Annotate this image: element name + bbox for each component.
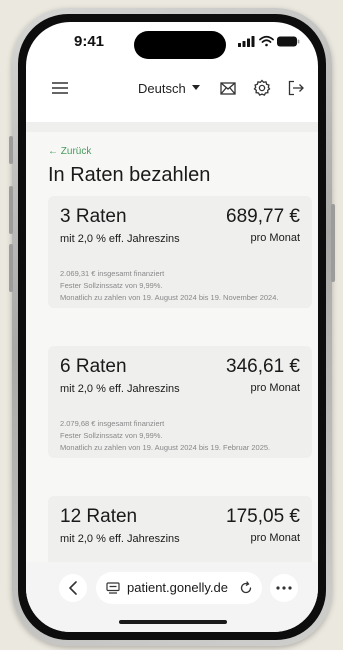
gear-icon[interactable] [252, 78, 272, 98]
plan-monthly-amount: 689,77 € [226, 206, 300, 227]
plan-per-month: pro Monat [250, 532, 300, 544]
caret-down-icon [191, 85, 200, 90]
logout-icon[interactable] [286, 78, 306, 98]
browser-more-button[interactable] [270, 574, 298, 602]
site-settings-icon[interactable] [106, 582, 120, 594]
battery-icon [277, 36, 300, 47]
more-icon [276, 586, 292, 590]
wifi-icon [259, 35, 274, 47]
main-content: ← Zurück In Raten bezahlen 3 Raten 689,7… [26, 132, 318, 576]
plan-interest-rate: mit 2,0 % eff. Jahreszins [60, 383, 180, 395]
plan-financed: 2.069,31 € insgesamt finanziert [60, 269, 165, 278]
plan-card-6[interactable]: 6 Raten 346,61 € mit 2,0 % eff. Jahreszi… [48, 346, 312, 458]
volume-down-button [9, 244, 13, 292]
url-text: patient.gonelly.de [127, 580, 228, 595]
language-selector[interactable]: Deutsch [138, 78, 200, 98]
plan-fixed-rate: Fester Sollzinssatz von 9,99%. [60, 431, 163, 440]
plan-monthly-amount: 346,61 € [226, 356, 300, 377]
back-link[interactable]: ← Zurück [48, 146, 91, 157]
chevron-left-icon [69, 581, 77, 595]
plan-financed: 2.079,68 € insgesamt finanziert [60, 419, 165, 428]
home-indicator [119, 620, 227, 624]
phone-screen: 9:41 Deutsch ← Zurück In Raten bezahlen … [26, 22, 318, 632]
plan-per-month: pro Monat [250, 382, 300, 394]
reload-icon[interactable] [239, 581, 253, 595]
dynamic-island [134, 31, 226, 59]
browser-toolbar: patient.gonelly.de [26, 562, 318, 632]
page-title: In Raten bezahlen [48, 164, 211, 186]
browser-back-button[interactable] [59, 574, 87, 602]
plan-details: 2.079,68 € insgesamt finanziert Fester S… [60, 418, 306, 454]
plan-schedule: Monatlich zu zahlen von 19. August 2024 … [60, 443, 271, 452]
plan-installments: 6 Raten [60, 356, 127, 377]
plan-installments: 12 Raten [60, 506, 138, 527]
address-bar[interactable]: patient.gonelly.de [96, 572, 262, 604]
plan-monthly-amount: 175,05 € [226, 506, 300, 527]
status-bar: 9:41 [26, 22, 318, 68]
mail-icon[interactable] [218, 79, 238, 97]
plan-fixed-rate: Fester Sollzinssatz von 9,99%. [60, 281, 163, 290]
plan-interest-rate: mit 2,0 % eff. Jahreszins [60, 233, 180, 245]
status-icons [238, 35, 300, 47]
plan-details: 2.069,31 € insgesamt finanziert Fester S… [60, 268, 306, 304]
action-button [9, 136, 13, 164]
plan-per-month: pro Monat [250, 232, 300, 244]
plan-interest-rate: mit 2,0 % eff. Jahreszins [60, 533, 180, 545]
plan-card-3[interactable]: 3 Raten 689,77 € mit 2,0 % eff. Jahreszi… [48, 196, 312, 308]
menu-icon[interactable] [50, 78, 70, 98]
volume-up-button [9, 186, 13, 234]
plan-schedule: Monatlich zu zahlen von 19. August 2024 … [60, 293, 279, 302]
header-divider [26, 122, 318, 132]
status-time: 9:41 [74, 33, 105, 50]
power-button [331, 204, 335, 282]
language-label: Deutsch [138, 80, 186, 96]
top-navbar: Deutsch [26, 68, 318, 110]
signal-icon [238, 36, 255, 47]
plan-installments: 3 Raten [60, 206, 127, 227]
